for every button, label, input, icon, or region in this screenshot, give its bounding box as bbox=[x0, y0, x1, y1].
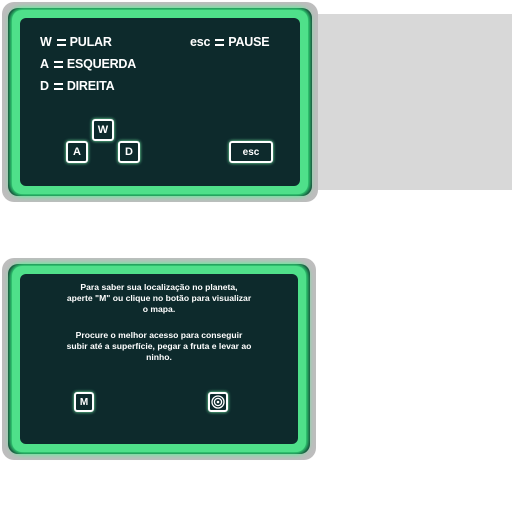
control-right: D DIREITA bbox=[40, 79, 115, 93]
control-right-key: D bbox=[40, 79, 49, 93]
control-pause-action: PAUSE bbox=[228, 35, 270, 49]
help-location-text: Para saber sua localização no planeta, a… bbox=[66, 282, 252, 314]
keycap-m[interactable]: M bbox=[74, 392, 94, 412]
control-left-key: A bbox=[40, 57, 49, 71]
map-button[interactable] bbox=[208, 392, 228, 412]
control-left-action: ESQUERDA bbox=[66, 57, 137, 71]
equals-icon bbox=[56, 38, 66, 46]
controls-panel-body: W PULAR A ESQUERDA D DIREITA esc PAUSE W… bbox=[20, 18, 300, 186]
controls-panel-frame: W PULAR A ESQUERDA D DIREITA esc PAUSE W… bbox=[12, 10, 308, 194]
control-left: A ESQUERDA bbox=[40, 57, 136, 71]
game-ui-sprite-sheet: W PULAR A ESQUERDA D DIREITA esc PAUSE W… bbox=[0, 0, 512, 512]
keycap-w[interactable]: W bbox=[92, 119, 114, 141]
control-jump-action: PULAR bbox=[69, 35, 112, 49]
keycap-a[interactable]: A bbox=[66, 141, 88, 163]
control-pause-key: esc bbox=[190, 35, 211, 49]
help-panel-frame: Para saber sua localização no planeta, a… bbox=[12, 266, 306, 452]
control-jump: W PULAR bbox=[40, 35, 112, 49]
control-right-action: DIREITA bbox=[66, 79, 115, 93]
help-objective-text: Procure o melhor acesso para conseguir s… bbox=[66, 330, 252, 362]
control-jump-key: W bbox=[40, 35, 52, 49]
controls-panel: W PULAR A ESQUERDA D DIREITA esc PAUSE W… bbox=[2, 2, 318, 202]
keycap-esc[interactable]: esc bbox=[229, 141, 273, 163]
help-panel-body: Para saber sua localização no planeta, a… bbox=[20, 274, 298, 444]
equals-icon bbox=[215, 38, 225, 46]
equals-icon bbox=[53, 82, 63, 90]
background-strip bbox=[312, 14, 512, 190]
help-panel: Para saber sua localização no planeta, a… bbox=[2, 258, 316, 460]
equals-icon bbox=[53, 60, 63, 68]
control-pause: esc PAUSE bbox=[190, 35, 270, 49]
keycap-d[interactable]: D bbox=[118, 141, 140, 163]
target-icon bbox=[211, 395, 225, 409]
